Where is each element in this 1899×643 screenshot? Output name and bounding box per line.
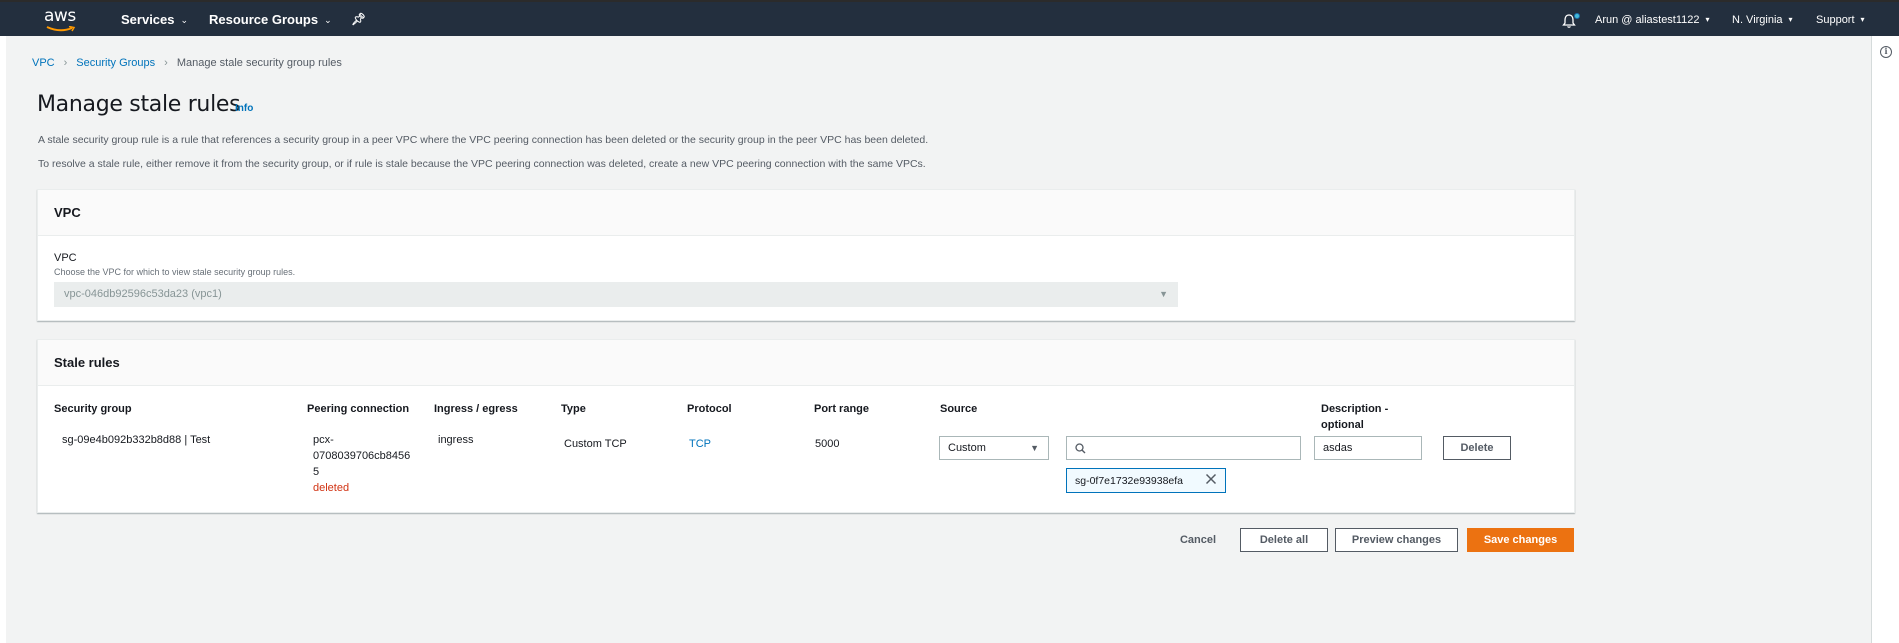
source-search-field[interactable] (1066, 436, 1301, 460)
source-token-label: sg-0f7e1732e93938efa (1075, 475, 1184, 487)
column-header-port-range: Port range (814, 403, 870, 415)
save-changes-button[interactable]: Save changes (1467, 528, 1574, 552)
source-type-select[interactable]: Custom ▼ (939, 436, 1049, 460)
stale-rules-heading: Stale rules (38, 340, 1574, 386)
protocol-cell: TCP (689, 438, 711, 450)
security-group-id: sg-09e4b092b332b8d88 (62, 434, 182, 446)
help-panel-rail: i (1871, 36, 1899, 643)
breadcrumb-vpc[interactable]: VPC (32, 57, 55, 69)
peering-status: deleted (313, 482, 350, 494)
column-header-description-line1: Description - (1321, 403, 1389, 415)
column-header-description: Description - optional (1321, 401, 1388, 433)
search-icon (1075, 443, 1086, 454)
breadcrumb-current: Manage stale security group rules (176, 57, 342, 69)
page-description: A stale security group rule is a rule th… (38, 134, 929, 146)
close-icon (1205, 473, 1217, 485)
column-header-protocol: Protocol (687, 403, 732, 415)
description-input[interactable] (1314, 436, 1422, 460)
aws-smile-icon (46, 26, 76, 32)
port-range-cell: 5000 (815, 438, 840, 450)
services-menu[interactable]: Services ⌄ (121, 12, 188, 27)
stale-rules-container: Stale rules Security group Peering conne… (37, 339, 1575, 513)
peering-connection-id-line3: 5 (313, 466, 320, 478)
security-group-cell: sg-09e4b092b332b8d88 | Test (62, 432, 210, 448)
account-menu[interactable]: Arun @ aliastest1122 ▾ (1595, 14, 1710, 26)
column-header-peering-connection: Peering connection (307, 403, 410, 415)
breadcrumb: VPC › Security Groups › Manage stale securit… (32, 57, 342, 69)
breadcrumb-security-groups[interactable]: Security Groups (76, 57, 155, 69)
info-link[interactable]: Info (235, 103, 253, 114)
chevron-down-icon: ⌄ (180, 15, 189, 25)
chevron-down-icon: ▾ (1788, 15, 1793, 24)
column-header-ingress-egress: Ingress / egress (434, 403, 518, 415)
support-menu[interactable]: Support ▾ (1816, 14, 1865, 26)
aws-logo[interactable]: aws (44, 6, 78, 34)
account-label: Arun @ aliastest1122 (1595, 14, 1700, 26)
page-description-resolve: To resolve a stale rule, either remove i… (38, 158, 926, 170)
top-navigation-bar: aws Services ⌄ Resource Groups ⌄ 📌︎ Arun @… (0, 0, 1899, 36)
remove-token-button[interactable] (1205, 473, 1217, 488)
aws-logo-text: aws (44, 6, 76, 26)
page-title: Manage stale rules (37, 92, 241, 117)
delete-rule-button[interactable]: Delete (1443, 436, 1511, 460)
column-header-security-group: Security group (54, 403, 132, 415)
peering-connection-id-line2: 0708039706cb8456 (313, 450, 411, 462)
chevron-down-icon: ▾ (1705, 15, 1710, 24)
notification-dot (1574, 13, 1580, 19)
security-group-name: Test (190, 434, 211, 446)
chevron-down-icon: ⌄ (324, 15, 332, 25)
chevron-down-icon: ▾ (1860, 15, 1865, 24)
security-group-separator: | (184, 434, 188, 446)
vpc-select-value: vpc-046db92596c53da23 (vpc1) (64, 288, 222, 300)
source-token: sg-0f7e1732e93938efa (1066, 468, 1226, 493)
column-header-type: Type (561, 403, 586, 415)
support-label: Support (1816, 14, 1855, 26)
preview-changes-button[interactable]: Preview changes (1335, 528, 1458, 552)
vpc-field-label: VPC (54, 252, 77, 264)
services-label: Services (121, 12, 175, 27)
vpc-select[interactable]: vpc-046db92596c53da23 (vpc1) ▼ (54, 282, 1178, 307)
cancel-button[interactable]: Cancel (1168, 528, 1228, 552)
source-type-value: Custom (948, 442, 986, 454)
type-cell: Custom TCP (564, 438, 627, 450)
region-menu[interactable]: N. Virginia ▾ (1732, 14, 1793, 26)
delete-all-button[interactable]: Delete all (1240, 528, 1328, 552)
caret-down-icon: ▼ (1030, 443, 1039, 453)
source-search-input[interactable] (1091, 439, 1296, 457)
resource-groups-label: Resource Groups (209, 12, 319, 27)
pin-icon[interactable]: 📌︎ (351, 12, 366, 26)
peering-connection-cell: pcx- 0708039706cb8456 5 deleted (313, 432, 410, 496)
vpc-field-description: Choose the VPC for which to view stale s… (54, 267, 296, 277)
peering-connection-id-line1: pcx- (313, 434, 334, 446)
breadcrumb-separator-icon: › (164, 57, 168, 69)
caret-down-icon: ▼ (1159, 289, 1168, 299)
ingress-egress-cell: ingress (438, 434, 474, 446)
resource-groups-menu[interactable]: Resource Groups ⌄ (209, 12, 332, 27)
vpc-container-heading: VPC (38, 190, 1574, 236)
region-label: N. Virginia (1732, 14, 1783, 26)
column-header-description-line2: optional (1321, 419, 1364, 431)
column-header-source: Source (940, 403, 978, 415)
info-icon[interactable]: i (1880, 46, 1892, 58)
breadcrumb-separator-icon: › (63, 57, 68, 69)
vpc-container: VPC VPC Choose the VPC for which to view… (37, 189, 1575, 321)
